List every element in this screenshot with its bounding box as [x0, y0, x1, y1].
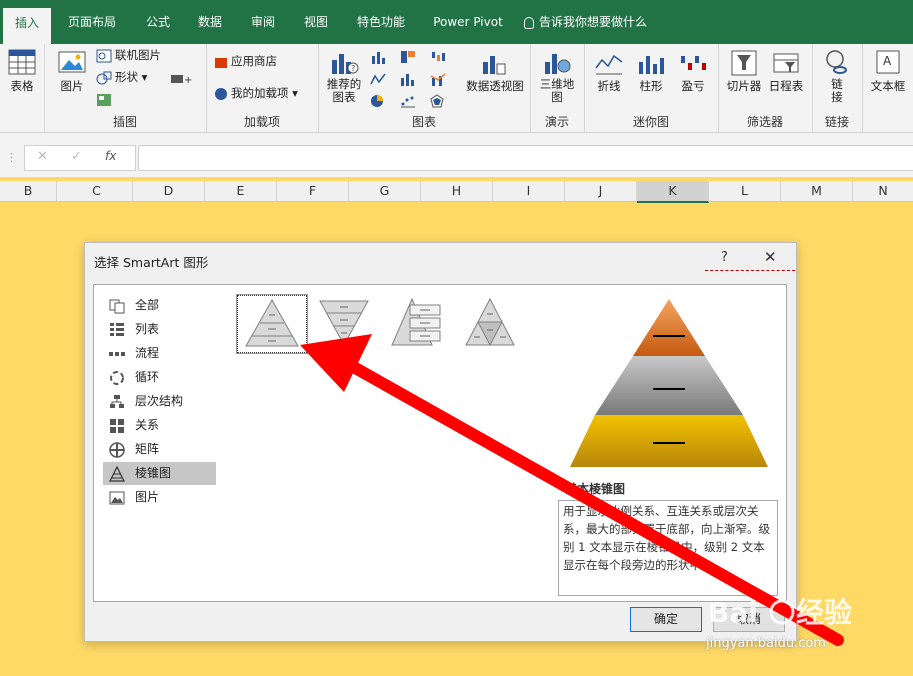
watermark-url: jingyan.baidu.com: [706, 636, 826, 651]
annotation-arrow-icon: [300, 334, 844, 646]
svg-text:经验: 经验: [796, 596, 852, 629]
svg-text:Bai: Bai: [708, 596, 758, 629]
